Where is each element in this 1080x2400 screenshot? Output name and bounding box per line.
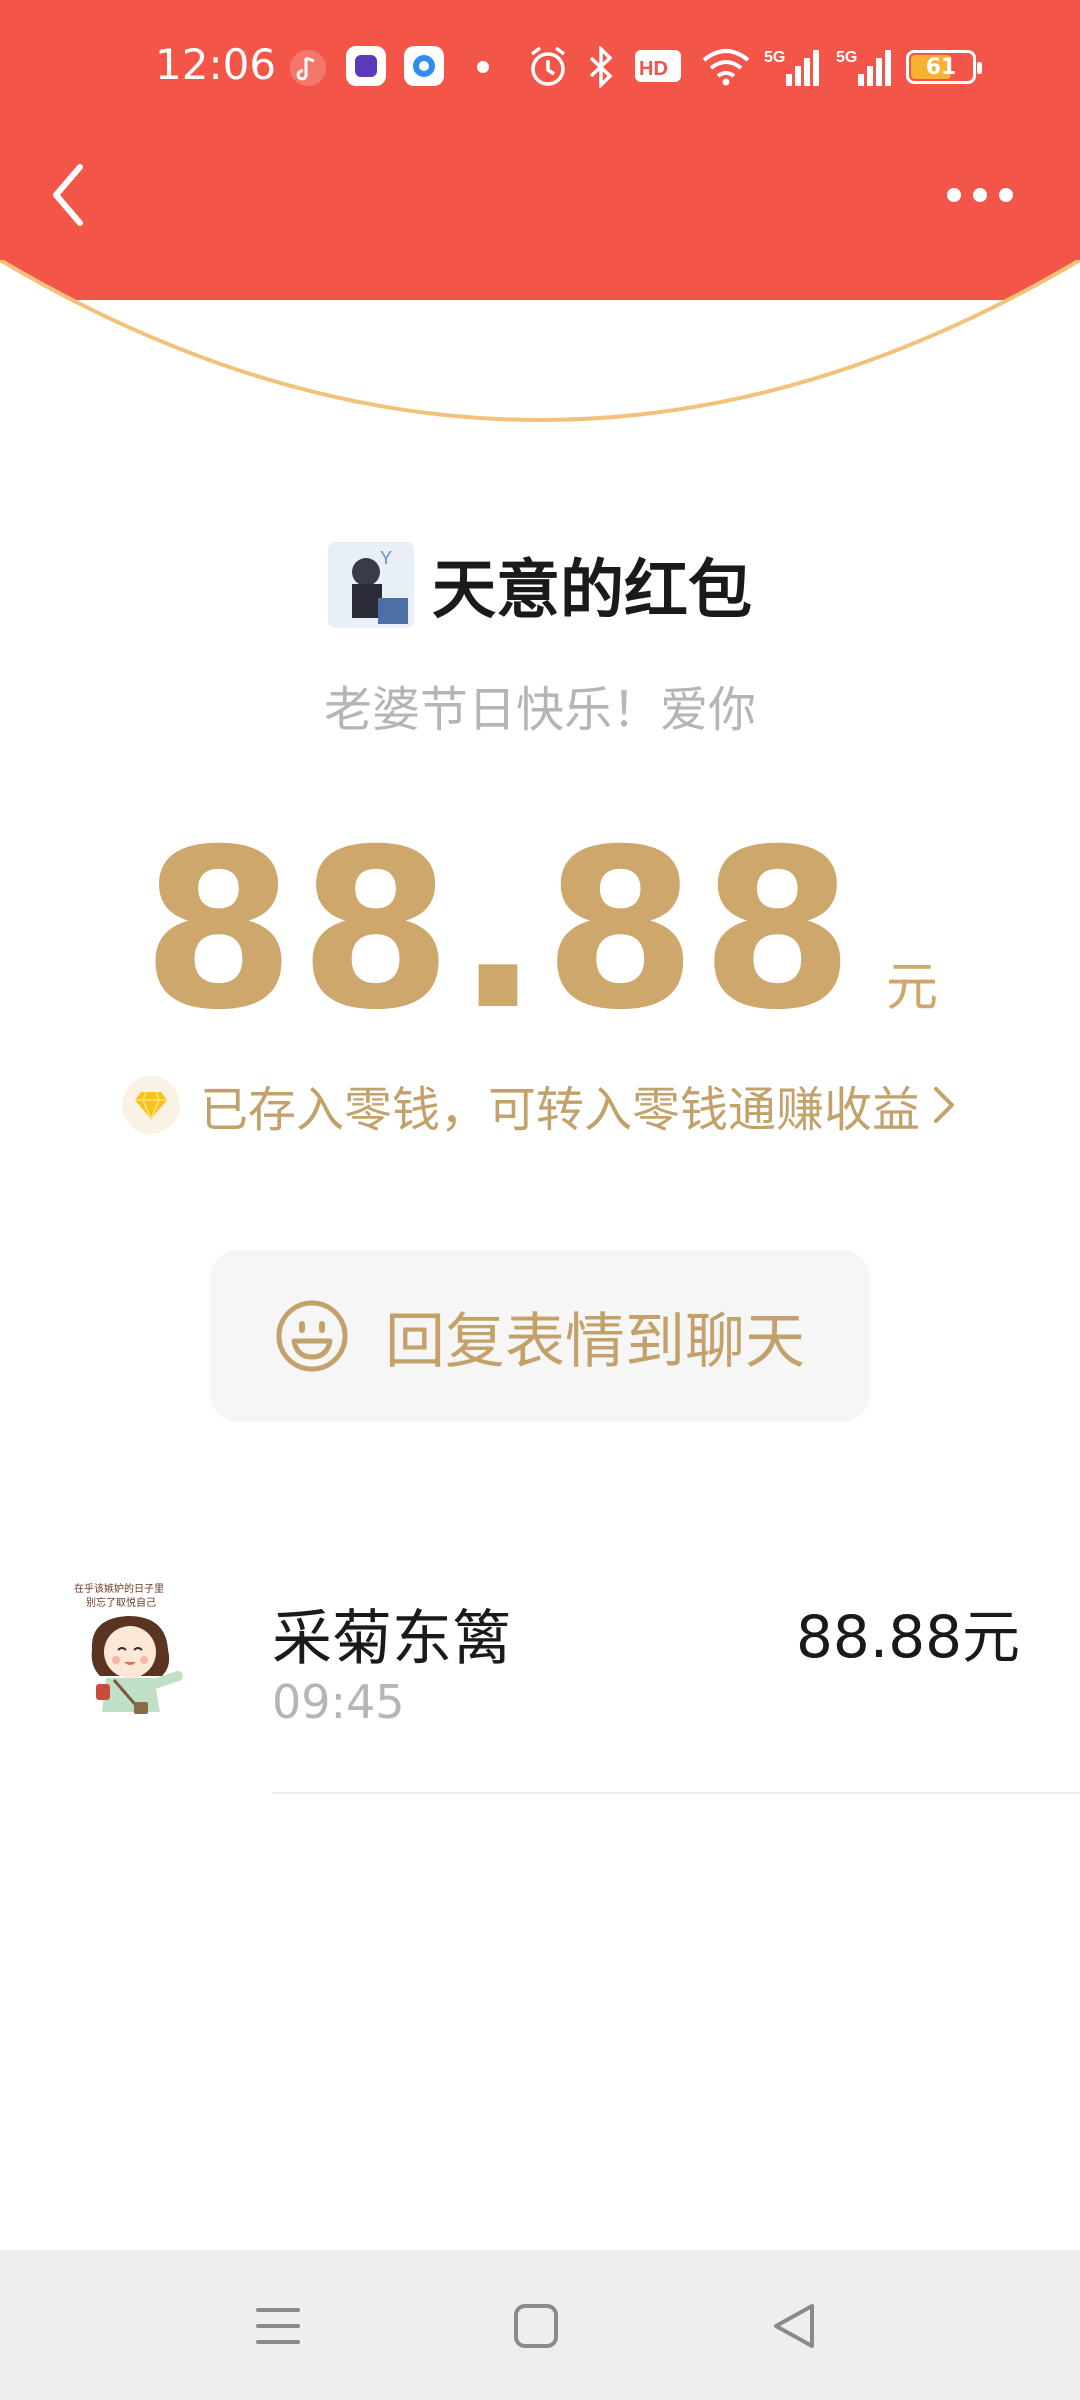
svg-text:HD: HD [639, 58, 668, 80]
menu-button[interactable] [250, 2298, 306, 2354]
svg-text:5G: 5G [764, 49, 785, 66]
system-nav-bar [0, 2250, 1080, 2400]
sender-avatar[interactable]: Y [328, 542, 414, 628]
receive-record[interactable]: 在乎该嫉妒的日子里 别忘了取悦自己 采菊东篱 09:45 88.88元 [0, 1560, 1080, 1794]
bluetooth-icon [589, 46, 613, 88]
reply-sticker-button[interactable]: 回复表情到聊天 [210, 1250, 870, 1422]
sender-title: 天意的红包 [432, 554, 752, 628]
alarm-icon [530, 46, 566, 86]
wifi-icon [702, 49, 750, 86]
header-curve [0, 260, 1080, 440]
receiver-avatar: 在乎该嫉妒的日子里 别忘了取悦自己 [70, 1580, 210, 1720]
diamond-icon [121, 1076, 180, 1134]
home-icon [514, 2304, 558, 2348]
svg-text:5G: 5G [836, 49, 857, 66]
status-bar: 12:06 HD 5G 5G 61 [0, 0, 1080, 130]
saved-text: 已存入零钱，可转入零钱通赚收益 [199, 1082, 920, 1138]
battery-icon: 61 [906, 50, 982, 84]
more-button[interactable] [940, 170, 1020, 220]
smiley-icon [276, 1300, 348, 1372]
receiver-name: 采菊东篱 [272, 1604, 512, 1674]
amount-row: 88.88 元 [0, 820, 1080, 1040]
receive-amount: 88.88元 [795, 1603, 1020, 1671]
menu-icon [256, 2308, 300, 2344]
reply-label: 回复表情到聊天 [385, 1306, 805, 1377]
signal-5g-icon-1: 5G [764, 49, 819, 86]
signal-5g-icon-2: 5G [836, 49, 891, 86]
saved-to-balance-link[interactable]: 已存入零钱，可转入零钱通赚收益 [0, 1070, 1080, 1140]
more-horizontal-icon [947, 188, 1013, 202]
receive-time: 09:45 [272, 1675, 405, 1729]
chevron-right-icon [934, 1087, 954, 1123]
svg-text:Y: Y [380, 548, 392, 568]
divider [272, 1792, 1080, 1794]
hd-icon: HD [635, 50, 681, 82]
sender-row: Y 天意的红包 [0, 540, 1080, 630]
amount-unit: 元 [885, 958, 938, 1018]
packet-amount: 88.88 [142, 802, 858, 1058]
dot-icon [477, 61, 489, 73]
back-button[interactable] [40, 155, 120, 235]
music-icon [290, 50, 326, 86]
back-nav-button[interactable] [766, 2298, 822, 2354]
avatar-caption-2: 别忘了取悦自己 [86, 1596, 156, 1609]
avatar-caption-1: 在乎该嫉妒的日子里 [74, 1582, 164, 1595]
battery-level: 61 [925, 54, 957, 80]
chevron-left-icon [53, 164, 83, 226]
home-button[interactable] [508, 2298, 564, 2354]
app-icon [346, 46, 386, 86]
back-triangle-icon [774, 2304, 814, 2348]
blessing-text: 老婆节日快乐！爱你 [323, 682, 756, 738]
status-time: 12:06 [155, 40, 277, 89]
browser-icon [404, 46, 444, 86]
